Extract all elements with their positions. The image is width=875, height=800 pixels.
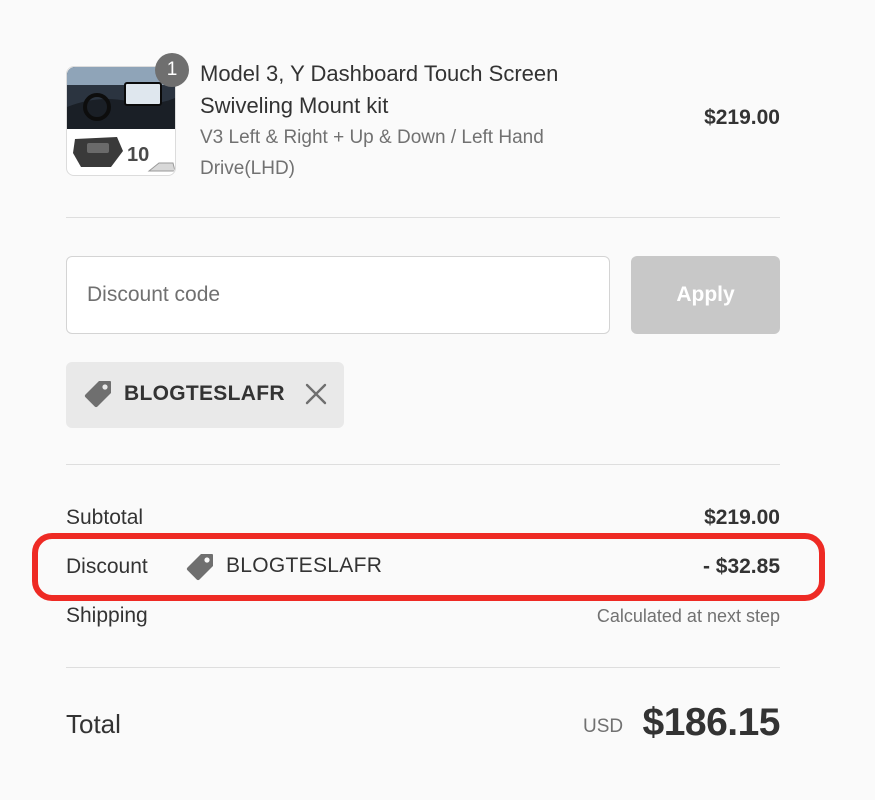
shipping-label: Shipping [66,604,148,627]
applied-discount-chip: BLOGTESLAFR [66,362,344,428]
divider [66,667,780,668]
discount-highlight-annotation [32,533,825,601]
quantity-badge: 1 [155,53,189,87]
discount-code-input[interactable] [66,256,610,334]
tag-icon [82,378,114,415]
apply-discount-button[interactable]: Apply [631,256,780,334]
applied-discount-code: BLOGTESLAFR [124,382,285,405]
product-price: $219.00 [704,106,780,129]
close-icon[interactable] [304,382,328,411]
divider [66,464,780,465]
product-title: Model 3, Y Dashboard Touch Screen Swivel… [200,61,559,118]
svg-text:10: 10 [127,144,149,166]
total-value: $186.15 [642,701,781,744]
shipping-value: Calculated at next step [596,606,780,626]
product-variant: V3 Left & Right + Up & Down / Left Hand … [200,127,544,179]
subtotal-value: $219.00 [704,506,780,529]
divider [66,217,780,218]
product-thumbnail: 10 1 [66,53,189,176]
subtotal-label: Subtotal [66,506,144,529]
total-label: Total [66,709,121,739]
currency-code: USD [583,716,624,737]
order-summary: 10 1 Model 3, Y Dashboard Touch Screen S… [0,0,875,800]
